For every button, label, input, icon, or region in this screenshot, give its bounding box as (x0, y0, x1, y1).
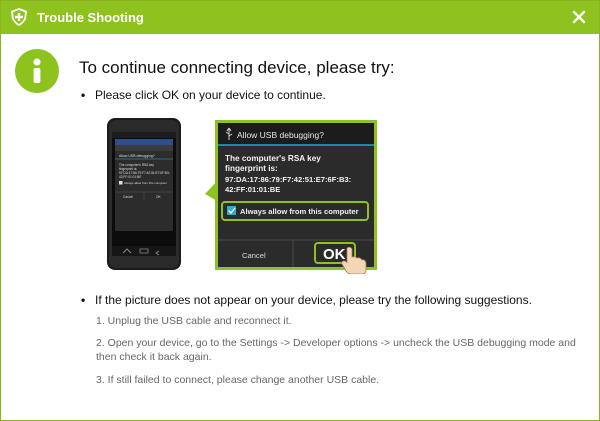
title-bar: Trouble Shooting (1, 1, 599, 34)
bullet-suggestions-text: If the picture does not appear on your d… (95, 293, 532, 307)
device-illustration: Allow USB debugging? The computer's RSA … (107, 118, 377, 274)
trouble-shooting-window: Trouble Shooting To continue connecting … (0, 0, 600, 421)
bullet-suggestions: • If the picture does not appear on your … (81, 293, 532, 307)
step-1: 1. Unplug the USB cable and reconnect it… (96, 315, 292, 327)
dialog-cancel-button: Cancel (242, 251, 266, 260)
phone-dialog-title: Allow USB debugging? (119, 154, 155, 158)
step-3: 3. If still failed to connect, please ch… (96, 374, 380, 386)
phone-dialog-cancel: Cancel (123, 195, 133, 199)
info-icon (15, 49, 59, 93)
zoomed-usb-dialog: Allow USB debugging? The computer's RSA … (215, 120, 377, 274)
step-2: 2. Open your device, go to the Settings … (96, 337, 576, 363)
dialog-message-2: fingerprint is: (225, 164, 278, 173)
phone-image: Allow USB debugging? The computer's RSA … (107, 118, 181, 270)
bullet-dot: • (81, 88, 86, 102)
bullet-click-ok: • Please click OK on your device to conti… (81, 88, 326, 102)
shield-plus-icon (11, 8, 27, 26)
close-icon[interactable] (569, 7, 589, 27)
window-title: Trouble Shooting (37, 10, 144, 25)
dialog-message-1: The computer's RSA key (225, 154, 321, 163)
bullet-dot: • (81, 293, 86, 307)
phone-dialog-checkbox-label: Always allow from this computer (124, 181, 167, 185)
dialog-checkbox-label: Always allow from this computer (240, 207, 359, 216)
dialog-title: Allow USB debugging? (237, 130, 324, 140)
dialog-fingerprint-1: 97:DA:17:86:79:F7:42:51:E7:6F:B3: (225, 175, 351, 184)
headline: To continue connecting device, please tr… (79, 58, 395, 77)
dialog-ok-button: OK (323, 246, 346, 263)
phone-dialog-fingerprint-2: 42:FF:01:01:BE (119, 175, 141, 179)
dialog-fingerprint-2: 42:FF:01:01:BE (225, 185, 280, 194)
bullet-click-ok-text: Please click OK on your device to contin… (95, 88, 326, 102)
